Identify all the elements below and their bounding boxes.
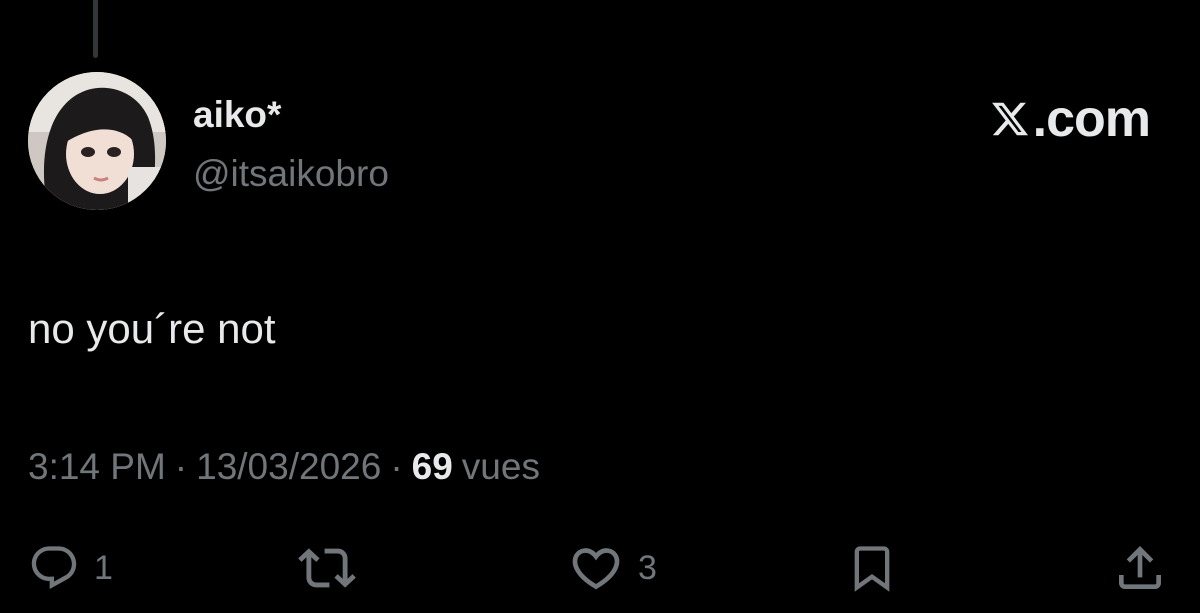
- tweet-metadata: 3:14 PM · 13/03/2026 · 69 vues: [28, 445, 540, 489]
- author-handle[interactable]: @itsaikobro: [193, 153, 389, 195]
- share-button[interactable]: [1112, 538, 1168, 598]
- like-icon: [572, 548, 620, 590]
- like-button[interactable]: 3: [568, 538, 657, 598]
- bookmark-icon: [854, 546, 890, 592]
- share-icon: [1119, 546, 1161, 589]
- reply-button[interactable]: 1: [28, 538, 113, 598]
- repost-button[interactable]: [298, 538, 356, 598]
- repost-icon: [298, 548, 356, 588]
- tweet-date[interactable]: 13/03/2026: [196, 445, 381, 489]
- views-count: 69: [411, 446, 453, 487]
- tweet-text: no you´re not: [28, 305, 276, 352]
- views-label: vues: [461, 446, 540, 487]
- x-logo-icon: [991, 102, 1028, 136]
- thread-connector-line: [93, 0, 98, 58]
- tweet-time[interactable]: 3:14 PM: [28, 445, 166, 489]
- meta-separator: ·: [174, 446, 188, 487]
- meta-separator: ·: [390, 446, 403, 487]
- x-brand-watermark: .com: [990, 90, 1151, 148]
- like-count: 3: [638, 549, 657, 587]
- reply-count: 1: [94, 549, 113, 587]
- reply-icon: [31, 546, 77, 590]
- avatar-image: [28, 72, 166, 210]
- brand-domain-text: .com: [1032, 90, 1151, 148]
- author-display-name[interactable]: aiko*: [193, 94, 281, 136]
- avatar[interactable]: [28, 72, 166, 210]
- bookmark-button[interactable]: [846, 538, 898, 598]
